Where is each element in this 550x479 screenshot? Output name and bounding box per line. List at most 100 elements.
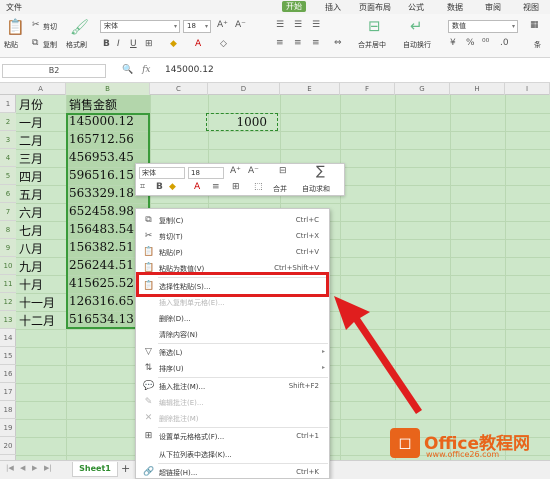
tab-page-layout[interactable]: 页面布局 [359,2,391,13]
column-header-f[interactable]: F [340,83,395,95]
clear-format-icon[interactable]: ◇ [220,39,227,49]
fx-icon[interactable]: fx [142,65,150,75]
menu-item-pick-from-list[interactable]: 从下拉列表中选择(K)... [136,447,329,463]
border-icon[interactable]: ⊞ [145,39,153,49]
copy-icon[interactable]: ⧉ [32,38,38,48]
italic-icon[interactable]: I [117,39,120,49]
column-header-c[interactable]: C [150,83,208,95]
row-header-5[interactable]: 5 [0,167,16,185]
paste-icon[interactable]: 📋 [6,18,25,36]
mini-font-select[interactable]: 宋体 [139,167,185,179]
align-top-icon[interactable]: ☰ [276,20,284,30]
fill-color-icon[interactable]: ◆ [170,39,177,49]
row-header-1[interactable]: 1 [0,95,16,113]
column-header-a[interactable]: A [16,83,66,95]
row-header-10[interactable]: 10 [0,257,16,275]
row-header-6[interactable]: 6 [0,185,16,203]
currency-icon[interactable]: ¥ [450,38,456,48]
row-header-7[interactable]: 7 [0,203,16,221]
cell-a13[interactable]: 十二月 [19,312,55,329]
prev-sheet-icon[interactable]: ◀ [20,464,25,472]
row-header-3[interactable]: 3 [0,131,16,149]
conditional-format-icon[interactable]: ▦ [530,20,539,30]
mini-merge-button[interactable]: 合并 [273,184,287,194]
percent-icon[interactable]: % [466,38,475,48]
add-sheet-button[interactable]: + [121,462,130,475]
menu-item-filter[interactable]: ▽ 筛选(L) ▸ [136,345,329,361]
fill-bucket-icon[interactable]: ⬚ [254,182,263,192]
increase-font-icon[interactable]: A⁺ [230,166,241,176]
format-painter-button[interactable]: 格式刷 [66,40,87,50]
menu-item-copy[interactable]: ⧉ 复制(C) Ctrl+C [136,213,329,229]
mini-size-select[interactable]: 18 [188,167,224,179]
tab-view[interactable]: 视图 [523,2,539,13]
row-header-2[interactable]: 2 [0,113,16,131]
tab-data[interactable]: 数据 [447,2,463,13]
mini-autosum-button[interactable]: 自动求和 [302,184,330,194]
thousands-icon[interactable]: ⁰⁰ [482,38,489,48]
cell-a5[interactable]: 四月 [19,168,43,185]
zoom-icon[interactable]: 🔍 [122,65,133,75]
format-painter-icon[interactable]: ⌗ [140,182,145,192]
cell-b1[interactable]: 销售金额 [69,96,117,113]
cell-a1[interactable]: 月份 [19,96,43,113]
row-header-19[interactable]: 19 [0,419,16,437]
font-color-icon[interactable]: A [194,182,200,192]
cell-a11[interactable]: 十月 [19,276,43,293]
font-size-select[interactable]: 18 ▾ [183,20,211,33]
wrap-text-button[interactable]: 自动换行 [403,40,431,50]
last-sheet-icon[interactable]: ▶| [44,464,52,472]
distribute-icon[interactable]: ⇔ [334,38,342,48]
merge-center-button[interactable]: 合并居中 [358,40,386,50]
row-header-9[interactable]: 9 [0,239,16,257]
menu-item-format-cells[interactable]: ⊞ 设置单元格格式(F)... Ctrl+1 [136,429,329,445]
column-header-i[interactable]: I [505,83,550,95]
bold-icon[interactable]: B [156,182,163,192]
cell-a3[interactable]: 二月 [19,132,43,149]
menu-item-insert-comment[interactable]: 💬 插入批注(M)... Shift+F2 [136,379,329,395]
decimal-increase-icon[interactable]: .0 [500,38,509,48]
align-left-icon[interactable]: ≡ [276,38,284,48]
font-name-select[interactable]: 宋体 ▾ [100,20,180,33]
decrease-font-icon[interactable]: A⁻ [248,166,259,176]
tab-sheet1[interactable]: Sheet1 [72,462,118,477]
font-color-icon[interactable]: A [195,39,201,49]
cell-a8[interactable]: 七月 [19,222,43,239]
cell-a7[interactable]: 六月 [19,204,43,221]
row-header-4[interactable]: 4 [0,149,16,167]
row-header-17[interactable]: 17 [0,383,16,401]
format-painter-icon[interactable]: 🖌 [70,18,89,36]
border-icon[interactable]: ⊞ [232,182,240,192]
tab-insert[interactable]: 插入 [325,2,341,13]
tab-review[interactable]: 审阅 [485,2,501,13]
row-header-11[interactable]: 11 [0,275,16,293]
cell-a6[interactable]: 五月 [19,186,43,203]
row-header-14[interactable]: 14 [0,329,16,347]
conditional-format-button[interactable]: 条 [534,40,541,50]
row-header-20[interactable]: 20 [0,437,16,455]
menu-item-delete[interactable]: 删除(D)... [136,311,329,327]
paste-button[interactable]: 粘贴 [4,40,18,50]
cell-a12[interactable]: 十一月 [19,294,55,311]
column-header-e[interactable]: E [280,83,340,95]
cell-a4[interactable]: 三月 [19,150,43,167]
merge-icon[interactable]: ⊟ [279,166,287,176]
decrease-font-icon[interactable]: A⁻ [235,20,246,30]
menu-file[interactable]: 文件 [6,2,22,13]
merge-center-icon[interactable]: ⊟ [368,17,381,35]
column-header-h[interactable]: H [450,83,505,95]
cut-button[interactable]: 剪切 [43,22,57,32]
row-header-12[interactable]: 12 [0,293,16,311]
column-header-g[interactable]: G [395,83,450,95]
cell-a9[interactable]: 八月 [19,240,43,257]
menu-item-cut[interactable]: ✂ 剪切(T) Ctrl+X [136,229,329,245]
copy-button[interactable]: 复制 [43,40,57,50]
menu-item-clear-contents[interactable]: 清除内容(N) [136,327,329,343]
align-right-icon[interactable]: ≡ [312,38,320,48]
underline-icon[interactable]: U [130,39,137,49]
first-sheet-icon[interactable]: |◀ [6,464,14,472]
row-header-18[interactable]: 18 [0,401,16,419]
menu-item-sort[interactable]: ⇅ 排序(U) ▸ [136,361,329,377]
row-header-16[interactable]: 16 [0,365,16,383]
column-header-d[interactable]: D [208,83,280,95]
